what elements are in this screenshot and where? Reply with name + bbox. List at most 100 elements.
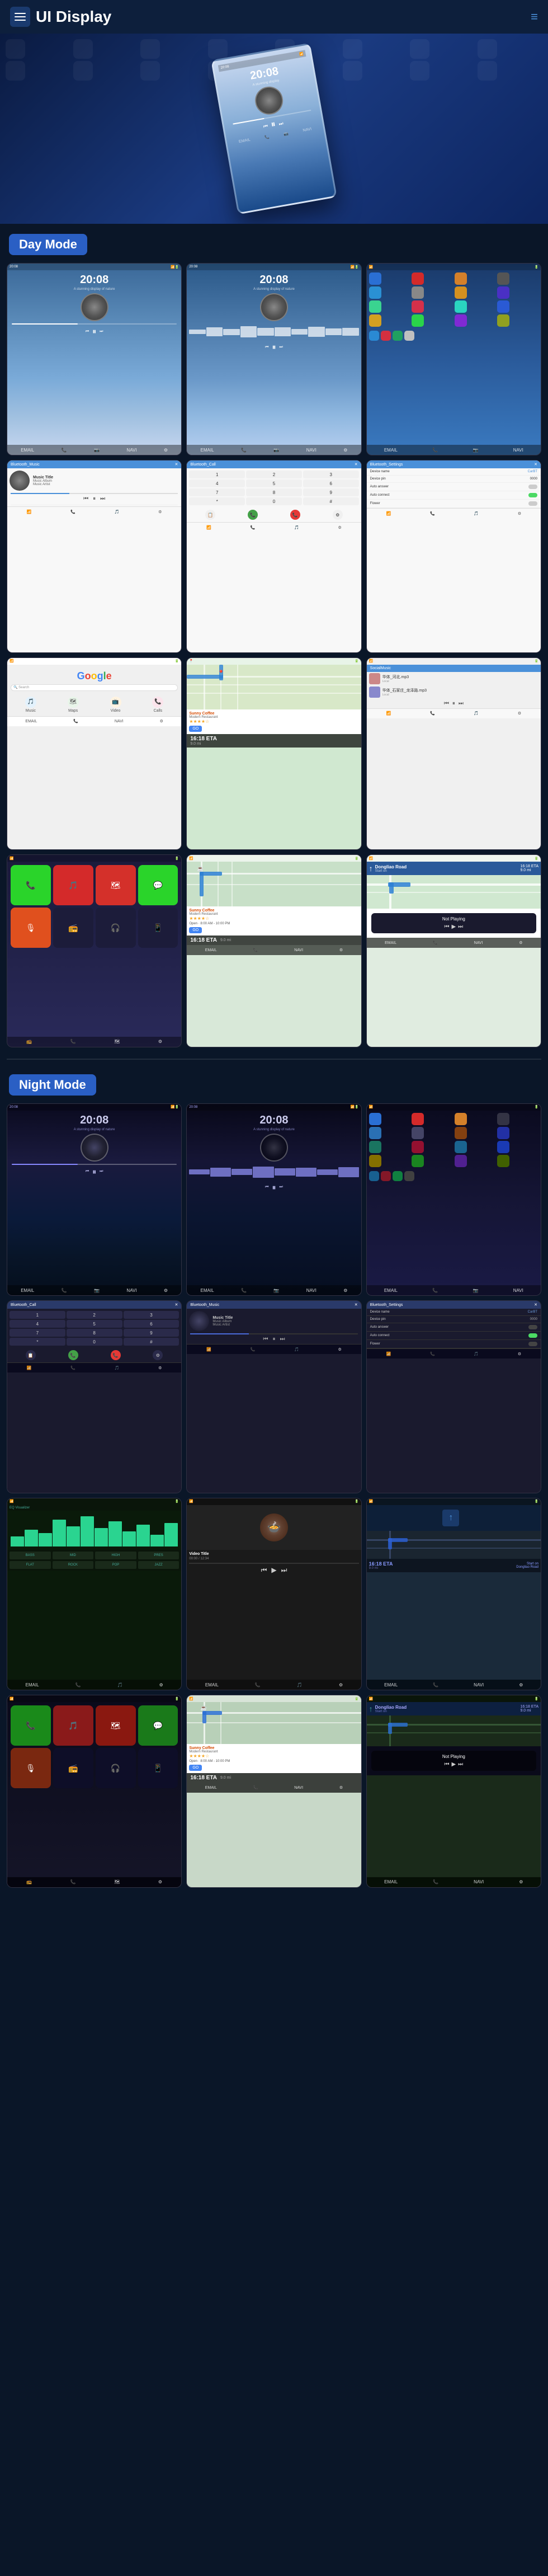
carplay-messages[interactable]: 💬 (138, 865, 178, 905)
statusbar: 📶🔋 (367, 1695, 541, 1702)
album-art (81, 293, 108, 321)
track-title: Music Title (212, 1316, 233, 1320)
social-music-nav: 📶📞🎵⚙ (367, 708, 541, 718)
waveform (187, 1164, 361, 1181)
night-navigation-screen: 📶🔋 ↑ (366, 1498, 541, 1690)
nav-bar: EMAIL📞📷NAVI (367, 445, 541, 455)
statusbar: 20:08 📶🔋 (7, 264, 181, 270)
key-3[interactable]: 3 (124, 1311, 179, 1319)
menu-icon[interactable] (10, 7, 30, 27)
night-bt-music-nav: 📶📞🎵⚙ (187, 1344, 361, 1354)
settings-btn[interactable]: ⚙ (333, 510, 343, 520)
key-4[interactable]: 4 (189, 480, 245, 487)
flower-toggle[interactable] (528, 501, 537, 506)
day-carplay-sim: 📶 🔋 📞 🎵 🗺 💬 🎙 📻 🎧 📱 📻📞🗺⚙ (7, 855, 181, 1046)
key-hash[interactable]: # (124, 1338, 179, 1346)
night-bluetooth-music-screen: Bluetooth_Music ✕ Music Title Music Albu… (186, 1300, 361, 1493)
night-screenshot-grid: 20:08 📶🔋 20:08 A stunning display of nat… (0, 1103, 548, 1895)
statusbar: 📶 🔋 (7, 855, 181, 862)
night-bt-call-sim: Bluetooth_Call ✕ 1 2 3 4 5 6 7 8 9 * 0 #… (7, 1301, 181, 1492)
key-6[interactable]: 6 (303, 480, 359, 487)
statusbar: 📶🔋 (187, 1498, 361, 1505)
night-carplay-app4[interactable]: 📱 (138, 1748, 178, 1788)
bt-settings-title-bar: Bluetooth_Settings ✕ (367, 460, 541, 468)
carplay-maps[interactable]: 🗺 (96, 865, 136, 905)
go-button[interactable]: GO (189, 726, 202, 732)
key-1[interactable]: 1 (10, 1311, 65, 1319)
flower-toggle[interactable] (528, 1342, 537, 1346)
bt-settings-title-text: Bluetooth_Settings (370, 1303, 403, 1307)
contacts-btn[interactable]: 📋 (26, 1350, 36, 1360)
key-9[interactable]: 9 (124, 1329, 179, 1337)
device-name-value: CarBT (528, 1310, 537, 1314)
nav-bar: EMAIL📞📷NAVI⚙ (7, 445, 181, 455)
eta-distance: 9.0 mi (190, 742, 217, 746)
key-star[interactable]: * (189, 497, 245, 505)
night-carplay-maps[interactable]: 🗺 (96, 1705, 136, 1746)
key-hash[interactable]: # (303, 497, 359, 505)
day-bluetooth-settings-screen: Bluetooth_Settings ✕ Device name CarBT D… (366, 460, 541, 652)
key-8[interactable]: 8 (67, 1329, 122, 1337)
carplay-phone[interactable]: 📞 (11, 865, 51, 905)
key-8[interactable]: 8 (246, 488, 302, 496)
nav-icon[interactable]: ≡ (531, 10, 538, 24)
night-carplay-phone[interactable]: 📞 (11, 1705, 51, 1746)
carplay-app2[interactable]: 📻 (53, 908, 93, 948)
night-go-btn[interactable]: GO (189, 1765, 202, 1771)
key-7[interactable]: 7 (10, 1329, 65, 1337)
answer-btn[interactable]: 📞 (248, 510, 258, 520)
time-display: 20:08 (187, 1114, 361, 1127)
nav-bar: EMAIL📞📷NAVI (367, 1285, 541, 1295)
night-music-screen-1: 20:08 📶🔋 20:08 A stunning display of nat… (7, 1103, 182, 1296)
key-5[interactable]: 5 (246, 480, 302, 487)
search-bar[interactable]: 🔍 Search (11, 684, 178, 691)
auto-answer-toggle[interactable] (528, 485, 537, 489)
time-display: 20:08 (7, 1114, 181, 1127)
waveform (187, 323, 361, 340)
night-video-screen: 📶🔋 🍲 Video Title 00:00 / 12:34 ⏮▶⏭ EMAIL… (186, 1498, 361, 1690)
night-carplay-messages[interactable]: 💬 (138, 1705, 178, 1746)
album-art (260, 1134, 288, 1162)
night-carplay-music[interactable]: 🎵 (53, 1705, 93, 1746)
key-3[interactable]: 3 (303, 471, 359, 478)
key-2[interactable]: 2 (67, 1311, 122, 1319)
answer-btn[interactable]: 📞 (68, 1350, 78, 1360)
night-carplay-screen: 📶 🔋 📞 🎵 🗺 💬 🎙 📻 🎧 📱 📻📞🗺⚙ (7, 1695, 182, 1887)
night-carplay-app2[interactable]: 📻 (53, 1748, 93, 1788)
night-eta-panel: 16:18 ETA 9.0 mi (187, 1773, 361, 1783)
night-video-sim: 📶🔋 🍲 Video Title 00:00 / 12:34 ⏮▶⏭ EMAIL… (187, 1498, 361, 1690)
night-eta-nav: EMAIL📞NAVI⚙ (367, 1877, 541, 1887)
key-7[interactable]: 7 (189, 488, 245, 496)
night-app-grid-screen: 📶 🔋 (366, 1103, 541, 1296)
night-carplay-app3[interactable]: 🎧 (96, 1748, 136, 1788)
key-2[interactable]: 2 (246, 471, 302, 478)
end-btn[interactable]: 📞 (111, 1350, 121, 1360)
auto-connect-toggle[interactable] (528, 493, 537, 497)
carplay-podcast[interactable]: 🎙 (11, 908, 51, 948)
header-left: UI Display (10, 7, 111, 27)
key-4[interactable]: 4 (10, 1320, 65, 1328)
night-carplay-podcast[interactable]: 🎙 (11, 1748, 51, 1788)
end-btn[interactable]: 📞 (290, 510, 300, 520)
night-bluetooth-settings-screen: Bluetooth_Settings ✕ Device name CarBT D… (366, 1300, 541, 1493)
key-5[interactable]: 5 (67, 1320, 122, 1328)
go-btn[interactable]: GO (189, 927, 202, 933)
auto-answer-toggle[interactable] (528, 1325, 537, 1329)
key-1[interactable]: 1 (189, 471, 245, 478)
key-0[interactable]: 0 (67, 1338, 122, 1346)
hero-album-art (253, 84, 285, 117)
device-pin-label: Device pin (370, 1318, 386, 1321)
contacts-btn[interactable]: 📋 (205, 510, 215, 520)
key-0[interactable]: 0 (246, 497, 302, 505)
night-nav-eta: 16:18 ETA (520, 1705, 538, 1709)
carplay-app3[interactable]: 🎧 (96, 908, 136, 948)
auto-connect-row: Auto connect (367, 491, 541, 500)
carplay-app4[interactable]: 📱 (138, 908, 178, 948)
key-6[interactable]: 6 (124, 1320, 179, 1328)
carplay-music[interactable]: 🎵 (53, 865, 93, 905)
settings-btn[interactable]: ⚙ (153, 1350, 163, 1360)
day-bluetooth-call-screen: Bluetooth_Call ✕ 1 2 3 4 5 6 7 8 9 * 0 #… (186, 460, 361, 652)
key-star[interactable]: * (10, 1338, 65, 1346)
key-9[interactable]: 9 (303, 488, 359, 496)
auto-connect-toggle[interactable] (528, 1333, 537, 1338)
